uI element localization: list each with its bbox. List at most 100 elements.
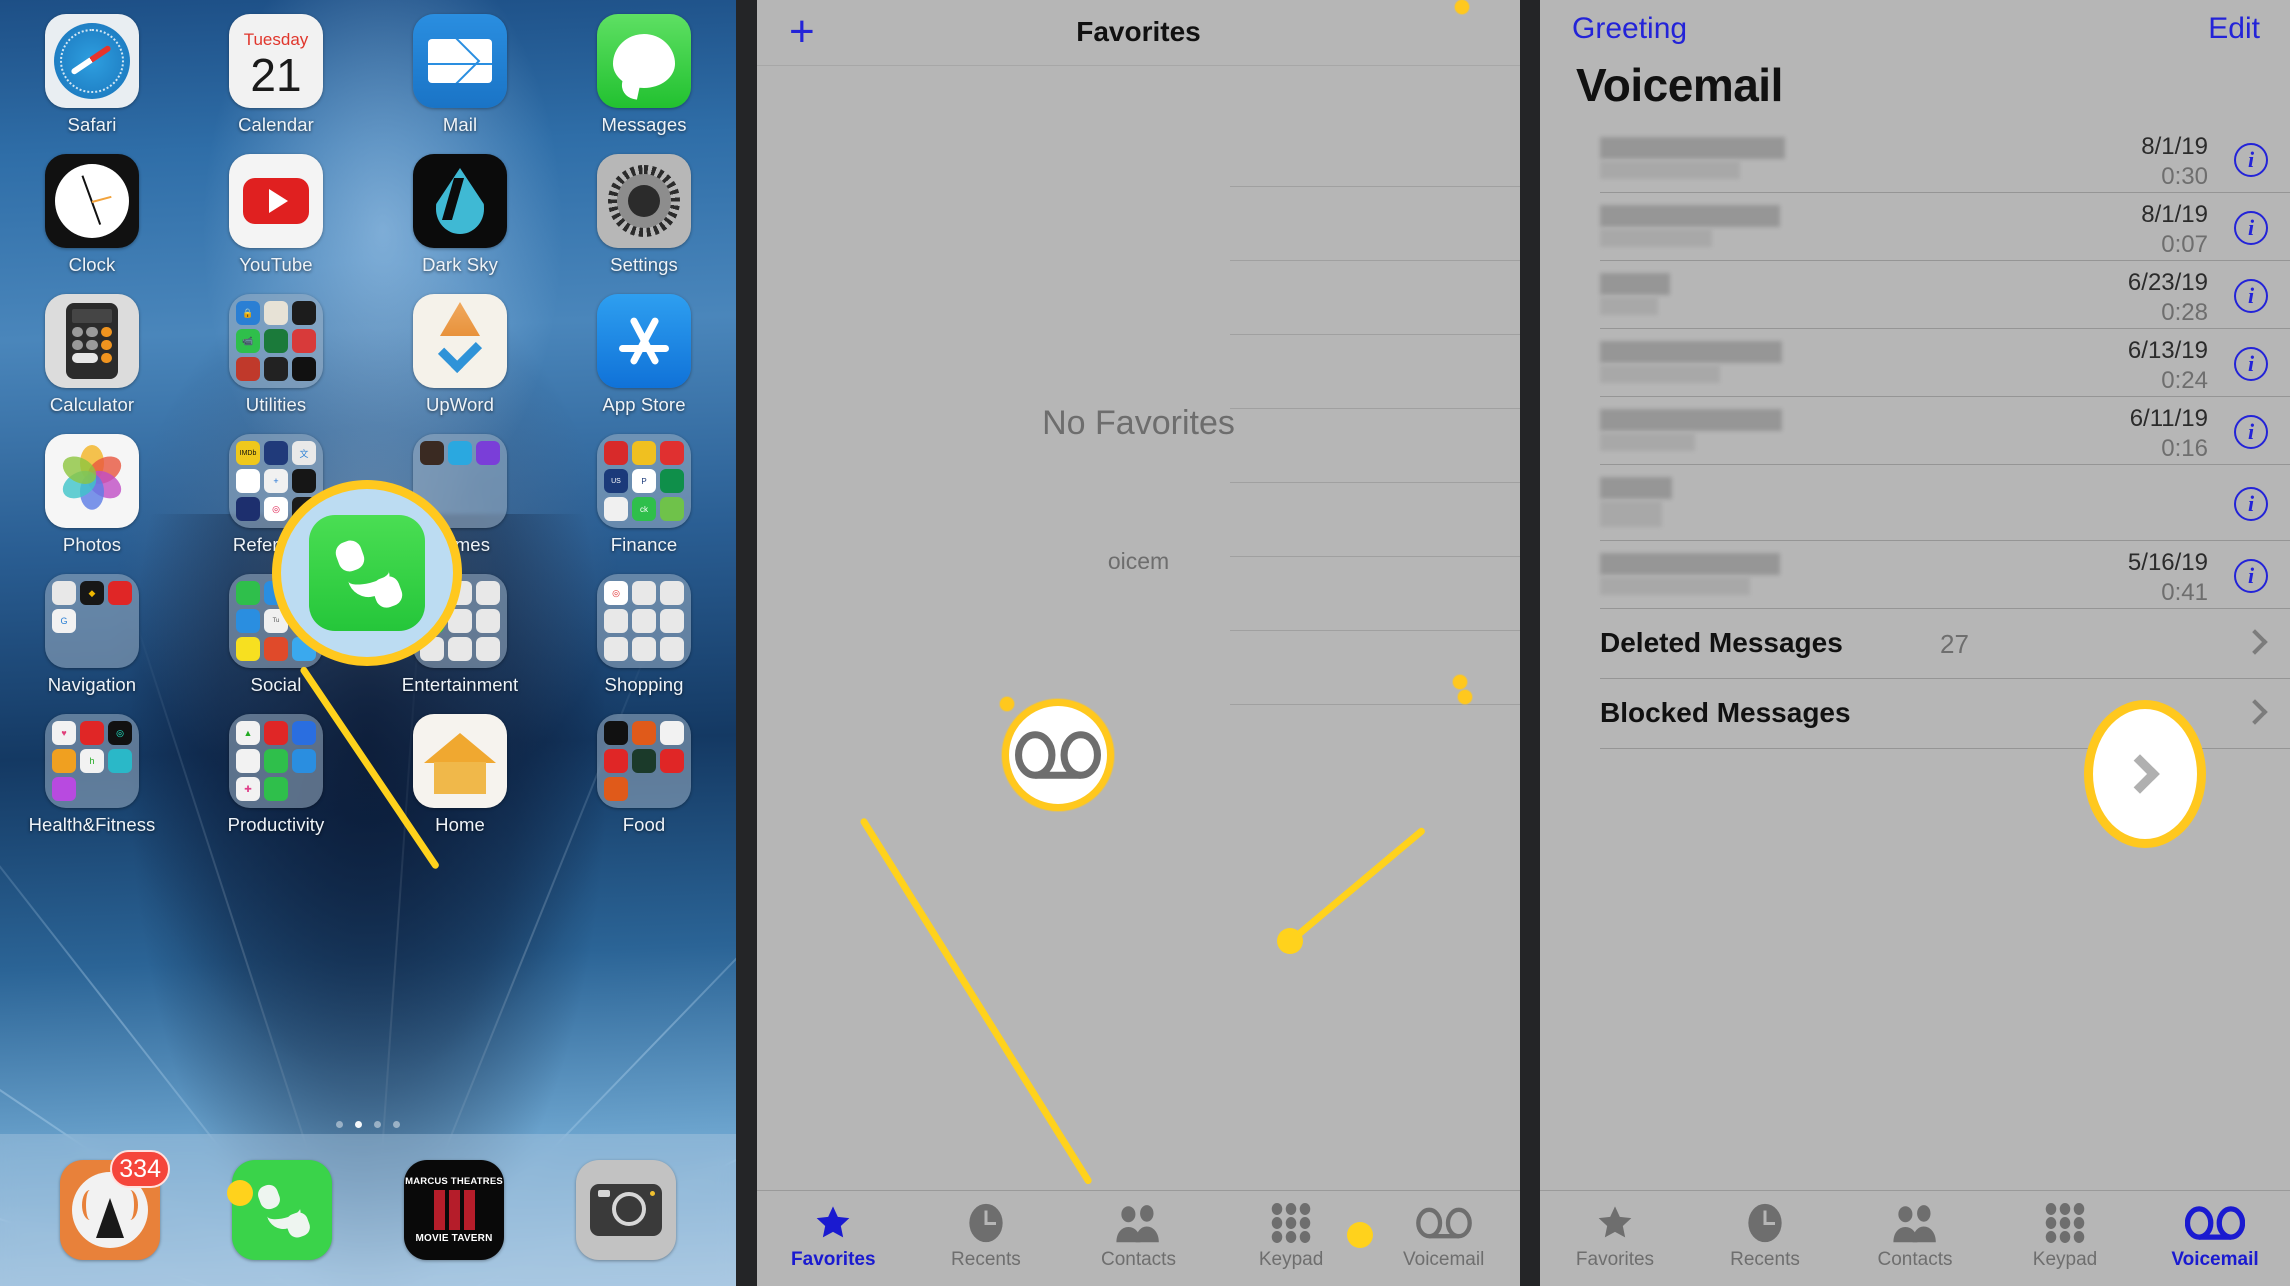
info-icon[interactable]: i bbox=[2234, 143, 2268, 177]
folder-health-fitness[interactable]: ♥ ◎ h Health&Fitness bbox=[0, 714, 184, 854]
tab-contacts[interactable]: Contacts bbox=[1062, 1201, 1215, 1271]
folder-utilities[interactable]: 🔒 📹 Utilities bbox=[184, 294, 368, 434]
tab-label: Recents bbox=[951, 1249, 1021, 1270]
folder-shopping[interactable]: ◎ Shopping bbox=[552, 574, 736, 714]
voicemail-magnifier-bubble bbox=[1000, 697, 1014, 711]
app-calendar[interactable]: Tuesday 21 Calendar bbox=[184, 14, 368, 154]
app-label: Utilities bbox=[245, 394, 307, 415]
keypad-icon bbox=[2044, 1201, 2086, 1245]
clock-icon bbox=[45, 154, 139, 248]
folder-productivity[interactable]: ▲ ✚ Productivity bbox=[184, 714, 368, 854]
info-icon[interactable]: i bbox=[2234, 279, 2268, 313]
tab-contacts[interactable]: Contacts bbox=[1840, 1201, 1990, 1271]
app-label: Productivity bbox=[227, 814, 325, 835]
app-label: Calendar bbox=[238, 114, 314, 135]
folder-icon: ◆ G bbox=[45, 574, 139, 668]
tab-recents[interactable]: Recents bbox=[910, 1201, 1063, 1271]
app-label: Health&Fitness bbox=[28, 814, 156, 835]
tab-favorites[interactable]: Favorites bbox=[757, 1201, 910, 1271]
dock-app-camera[interactable] bbox=[576, 1160, 676, 1260]
app-row: Calculator 🔒 📹 Utilities UpWord App Stor… bbox=[0, 294, 736, 434]
phone-handset-icon bbox=[232, 1160, 332, 1260]
app-calculator[interactable]: Calculator bbox=[0, 294, 184, 434]
info-icon[interactable]: i bbox=[2234, 347, 2268, 381]
home-dock: 334 MARCUS THEATRES MOVIE TAVERN bbox=[0, 1134, 736, 1286]
app-label: Entertainment bbox=[401, 674, 519, 695]
redacted-subtitle bbox=[1600, 161, 1740, 179]
voicemail-row[interactable]: 6/23/19 0:28 i bbox=[1540, 261, 2290, 329]
marcus-bottom-text: MOVIE TAVERN bbox=[415, 1233, 493, 1244]
tab-recents[interactable]: Recents bbox=[1690, 1201, 1840, 1271]
voicemail-row-highlighted[interactable]: i bbox=[1540, 465, 2290, 541]
app-upword[interactable]: UpWord bbox=[368, 294, 552, 434]
info-icon[interactable]: i bbox=[2234, 559, 2268, 593]
keypad-icon bbox=[1270, 1201, 1312, 1245]
page-dot[interactable] bbox=[393, 1121, 400, 1128]
voicemail-row[interactable]: 8/1/19 0:07 i bbox=[1540, 193, 2290, 261]
tab-label: Keypad bbox=[2032, 1249, 2098, 1270]
redacted-subtitle bbox=[1600, 297, 1658, 315]
empty-state-label: No Favorites bbox=[1042, 404, 1235, 442]
app-label: Home bbox=[435, 814, 485, 835]
folder-navigation[interactable]: ◆ G Navigation bbox=[0, 574, 184, 714]
app-messages[interactable]: Messages bbox=[552, 14, 736, 154]
tab-label: Recents bbox=[1730, 1249, 1800, 1270]
chevron-right-icon bbox=[2242, 699, 2268, 725]
app-label: Finance bbox=[610, 534, 678, 555]
app-safari[interactable]: Safari bbox=[0, 14, 184, 154]
tab-label: Contacts bbox=[1877, 1249, 1953, 1270]
app-label: Safari bbox=[67, 114, 117, 135]
info-icon[interactable]: i bbox=[2234, 487, 2268, 521]
app-label: App Store bbox=[602, 394, 686, 415]
tab-voicemail[interactable]: Voicemail bbox=[1367, 1201, 1520, 1271]
page-dot-active[interactable] bbox=[355, 1121, 362, 1128]
folder-finance[interactable]: US P ck Finance bbox=[552, 434, 736, 574]
tab-voicemail[interactable]: Voicemail bbox=[2140, 1201, 2290, 1271]
voicemail-icon bbox=[1015, 731, 1101, 779]
voicemail-row[interactable]: 6/11/19 0:16 i bbox=[1540, 397, 2290, 465]
info-icon[interactable]: i bbox=[2234, 415, 2268, 449]
info-icon[interactable]: i bbox=[2234, 211, 2268, 245]
app-label: Navigation bbox=[47, 674, 137, 695]
redacted-name bbox=[1600, 273, 1670, 295]
app-store-icon bbox=[597, 294, 691, 388]
app-row: Clock YouTube Dark Sky Settings bbox=[0, 154, 736, 294]
phone-handset-icon bbox=[331, 537, 406, 611]
page-dot[interactable] bbox=[336, 1121, 343, 1128]
tab-keypad[interactable]: Keypad bbox=[1990, 1201, 2140, 1271]
dock-app-overcast[interactable]: 334 bbox=[60, 1150, 170, 1260]
navbar-divider bbox=[757, 65, 1520, 66]
app-dark-sky[interactable]: Dark Sky bbox=[368, 154, 552, 294]
app-grid: Safari Tuesday 21 Calendar Mail Messages… bbox=[0, 14, 736, 854]
app-label: Clock bbox=[68, 254, 116, 275]
app-mail[interactable]: Mail bbox=[368, 14, 552, 154]
voicemail-row[interactable]: 8/1/19 0:30 i bbox=[1540, 125, 2290, 193]
row-deleted-messages[interactable]: Deleted Messages 27 bbox=[1540, 609, 2290, 679]
app-app-store[interactable]: App Store bbox=[552, 294, 736, 434]
app-photos[interactable]: Photos bbox=[0, 434, 184, 574]
voicemail-row[interactable]: 5/16/19 0:41 i bbox=[1540, 541, 2290, 609]
safari-icon bbox=[45, 14, 139, 108]
app-home[interactable]: Home bbox=[368, 714, 552, 854]
folder-icon bbox=[597, 714, 691, 808]
app-clock[interactable]: Clock bbox=[0, 154, 184, 294]
voicemail-icon bbox=[1415, 1201, 1472, 1245]
voicemail-screen: Greeting Edit Voicemail 8/1/19 0:30 i 8/… bbox=[1540, 0, 2290, 1286]
app-label: Messages bbox=[601, 114, 687, 135]
clock-icon bbox=[1745, 1201, 1785, 1245]
edit-button[interactable]: Edit bbox=[2208, 12, 2260, 46]
app-settings[interactable]: Settings bbox=[552, 154, 736, 294]
tab-favorites[interactable]: Favorites bbox=[1540, 1201, 1690, 1271]
voicemail-row[interactable]: 6/13/19 0:24 i bbox=[1540, 329, 2290, 397]
dock-app-marcus-theatres[interactable]: MARCUS THEATRES MOVIE TAVERN bbox=[404, 1160, 504, 1260]
page-dot[interactable] bbox=[374, 1121, 381, 1128]
redacted-name bbox=[1600, 341, 1782, 363]
folder-food[interactable]: Food bbox=[552, 714, 736, 854]
app-youtube[interactable]: YouTube bbox=[184, 154, 368, 294]
dock-app-phone[interactable] bbox=[232, 1160, 332, 1260]
voicemail-duration: 0:16 bbox=[2161, 435, 2208, 462]
row-count: 27 bbox=[1940, 629, 1969, 659]
voicemail-list: 8/1/19 0:30 i 8/1/19 0:07 i 6/23/19 0:28… bbox=[1540, 125, 2290, 749]
greeting-button[interactable]: Greeting bbox=[1572, 12, 1687, 46]
tab-keypad[interactable]: Keypad bbox=[1215, 1201, 1368, 1271]
